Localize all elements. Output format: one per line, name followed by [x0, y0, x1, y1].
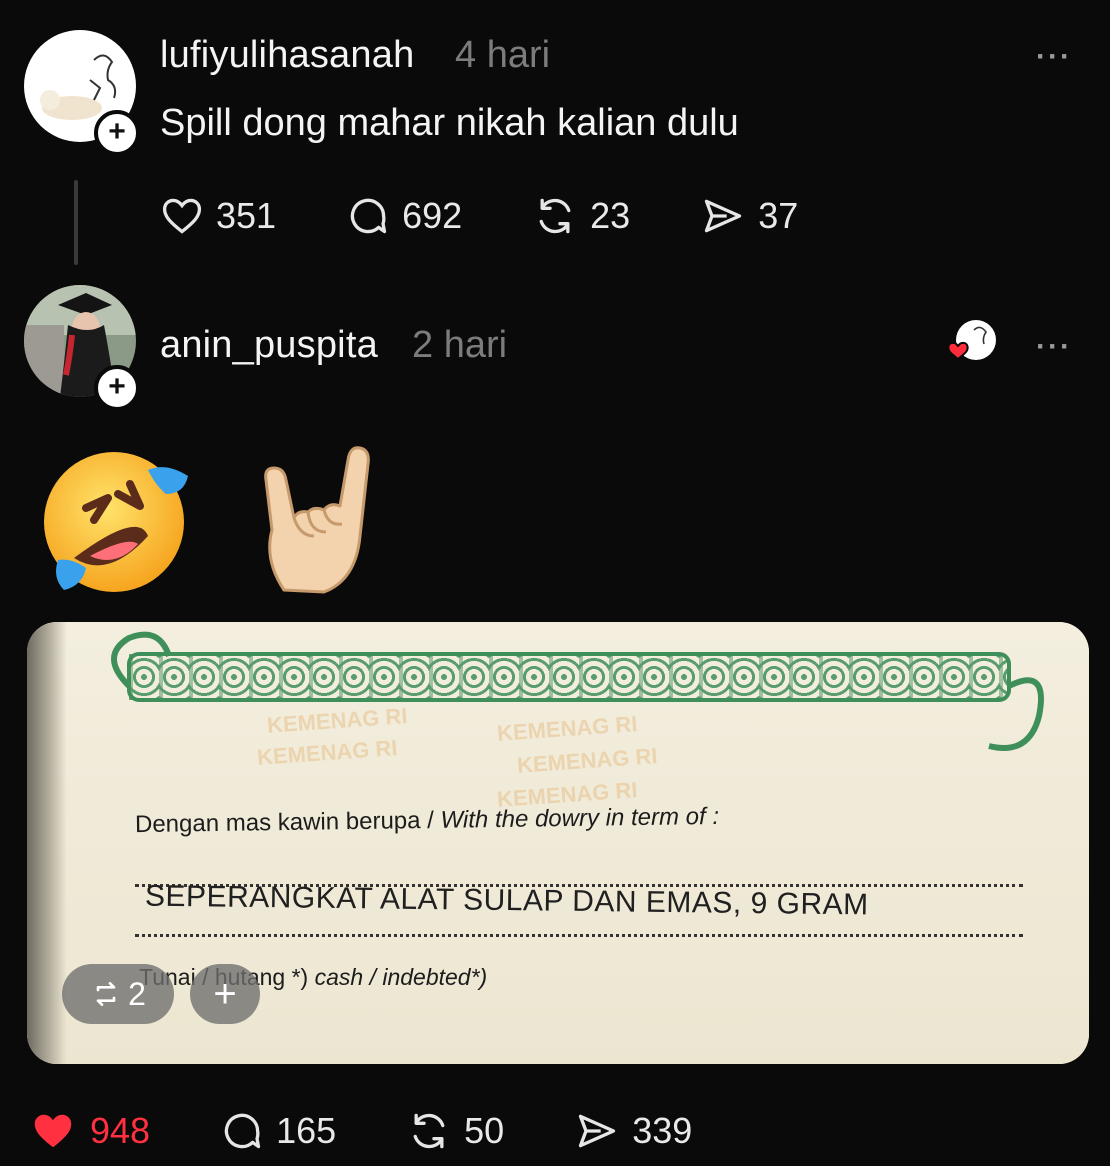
more-icon[interactable]: ··· [1036, 40, 1072, 74]
repost-button[interactable]: 50 [406, 1109, 504, 1153]
comment-button[interactable]: 165 [220, 1109, 336, 1153]
page-edge [27, 622, 67, 1064]
share-icon [705, 199, 742, 233]
repost-icon [96, 982, 116, 1006]
rolling-laughing-emoji [44, 452, 188, 592]
post-actions: 351 692 23 37 [160, 194, 868, 238]
liked-by-author-avatar [947, 318, 998, 368]
post-actions: 948 165 50 339 [28, 1108, 762, 1154]
like-count: 351 [216, 195, 277, 236]
post-time: 4 hari [455, 34, 551, 76]
post-username[interactable]: anin_puspita [160, 324, 378, 367]
post-time: 2 hari [412, 324, 508, 366]
like-count: 948 [90, 1110, 151, 1151]
heart-icon [162, 198, 202, 234]
share-icon [579, 1114, 616, 1148]
post-image[interactable]: KEMENAG RI KEMENAG RI KEMENAG RI KEMENAG… [27, 622, 1089, 1064]
repost-button[interactable]: 23 [532, 194, 630, 238]
dotted-line [135, 934, 1023, 937]
plus-icon: + [213, 971, 237, 1016]
image-add-button[interactable]: + [190, 964, 260, 1024]
comment-icon [350, 198, 387, 234]
image-repost-badge[interactable]: 2 [62, 964, 174, 1024]
follow-button[interactable]: + [94, 365, 140, 411]
image-repost-count: 2 [128, 975, 146, 1012]
like-button[interactable]: 351 [160, 194, 276, 238]
repost-icon [413, 1113, 445, 1149]
post-username[interactable]: lufiyulihasanah [160, 34, 414, 77]
share-count: 339 [632, 1110, 693, 1151]
comment-count: 165 [276, 1110, 337, 1151]
follow-button[interactable]: + [94, 110, 140, 156]
thread-line [74, 180, 78, 265]
comment-icon [224, 1113, 261, 1149]
share-count: 37 [758, 195, 799, 236]
repost-icon [539, 198, 571, 234]
ornament-band [129, 654, 1009, 700]
comment-count: 692 [402, 195, 463, 236]
repost-count: 23 [590, 195, 631, 236]
share-button[interactable]: 339 [574, 1109, 692, 1153]
emoji-row [38, 440, 384, 600]
share-button[interactable]: 37 [700, 194, 798, 238]
like-button[interactable]: 948 [28, 1108, 150, 1154]
heart-icon [34, 1114, 72, 1148]
comment-button[interactable]: 692 [346, 194, 462, 238]
more-icon[interactable]: ··· [1036, 330, 1072, 364]
post-text: Spill dong mahar nikah kalian dulu [160, 102, 739, 144]
sign-of-the-horns-emoji [264, 446, 370, 594]
repost-count: 50 [464, 1110, 505, 1151]
